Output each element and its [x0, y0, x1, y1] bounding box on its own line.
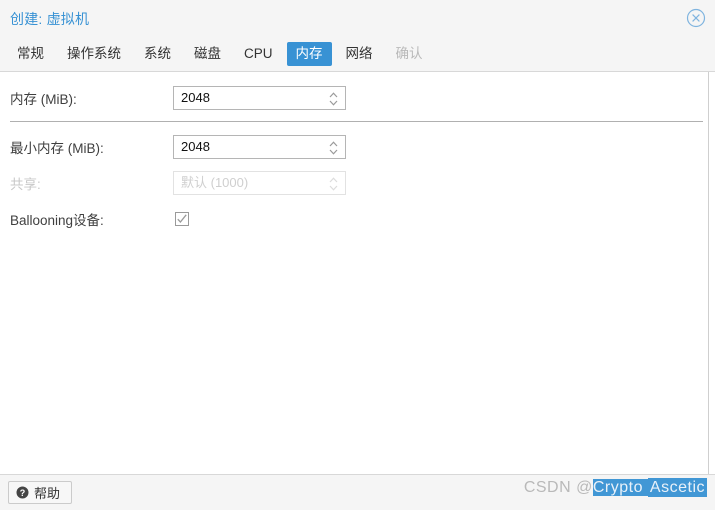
form-row-ballooning: Ballooning设备: [10, 201, 703, 237]
spinner-up-down-icon[interactable] [328, 90, 339, 108]
tab-general[interactable]: 常规 [8, 42, 53, 66]
shares-input: 默认 (1000) [173, 171, 346, 195]
tab-confirm: 确认 [395, 46, 423, 61]
tab-list: 常规 操作系统 系统 磁盘 CPU 内存 网络 确认 [8, 40, 437, 68]
shares-value: 默认 (1000) [181, 175, 249, 190]
min-memory-input[interactable]: 2048 [173, 135, 346, 159]
form-row-memory: 内存 (MiB): 2048 [10, 80, 703, 116]
dialog-title: 创建: 虚拟机 [10, 11, 90, 27]
help-button[interactable]: ? 帮助 [8, 481, 73, 504]
memory-settings-form: 内存 (MiB): 2048 最小内存 (MiB): 2048 共享: 默认 (… [10, 80, 703, 237]
tab-disks[interactable]: 磁盘 [185, 42, 230, 66]
tab-os[interactable]: 操作系统 [58, 42, 130, 66]
form-row-shares: 共享: 默认 (1000) [10, 165, 703, 201]
dialog-titlebar: 创建: 虚拟机 [0, 0, 715, 36]
memory-label: 内存 (MiB): [10, 92, 77, 107]
create-vm-dialog: 创建: 虚拟机 常规 操作系统 系统 磁盘 CPU 内存 网络 确认 内存 (M… [0, 0, 715, 510]
spinner-up-down-icon[interactable] [328, 139, 339, 157]
dialog-content: 内存 (MiB): 2048 最小内存 (MiB): 2048 共享: 默认 (… [0, 72, 709, 474]
memory-value: 2048 [181, 90, 210, 105]
memory-input[interactable]: 2048 [173, 86, 346, 110]
ballooning-label: Ballooning设备: [10, 213, 104, 228]
dialog-tabbar: 常规 操作系统 系统 磁盘 CPU 内存 网络 确认 [0, 36, 715, 72]
checkmark-icon [177, 214, 187, 223]
shares-label: 共享: [10, 177, 41, 192]
min-memory-value: 2048 [181, 139, 210, 154]
dialog-footer: ? 帮助 [0, 474, 715, 510]
close-circle-icon[interactable] [685, 7, 707, 29]
tab-network[interactable]: 网络 [337, 42, 382, 66]
form-row-min-memory: 最小内存 (MiB): 2048 [10, 129, 703, 165]
svg-text:?: ? [20, 488, 26, 498]
tab-system[interactable]: 系统 [135, 42, 180, 66]
form-divider [10, 121, 703, 122]
question-circle-icon: ? [16, 486, 29, 499]
min-memory-label: 最小内存 (MiB): [10, 141, 104, 156]
tab-memory[interactable]: 内存 [286, 42, 332, 66]
ballooning-checkbox[interactable] [175, 212, 189, 226]
tab-cpu[interactable]: CPU [235, 42, 282, 66]
help-button-label: 帮助 [34, 486, 61, 501]
spinner-up-down-icon [328, 175, 339, 193]
